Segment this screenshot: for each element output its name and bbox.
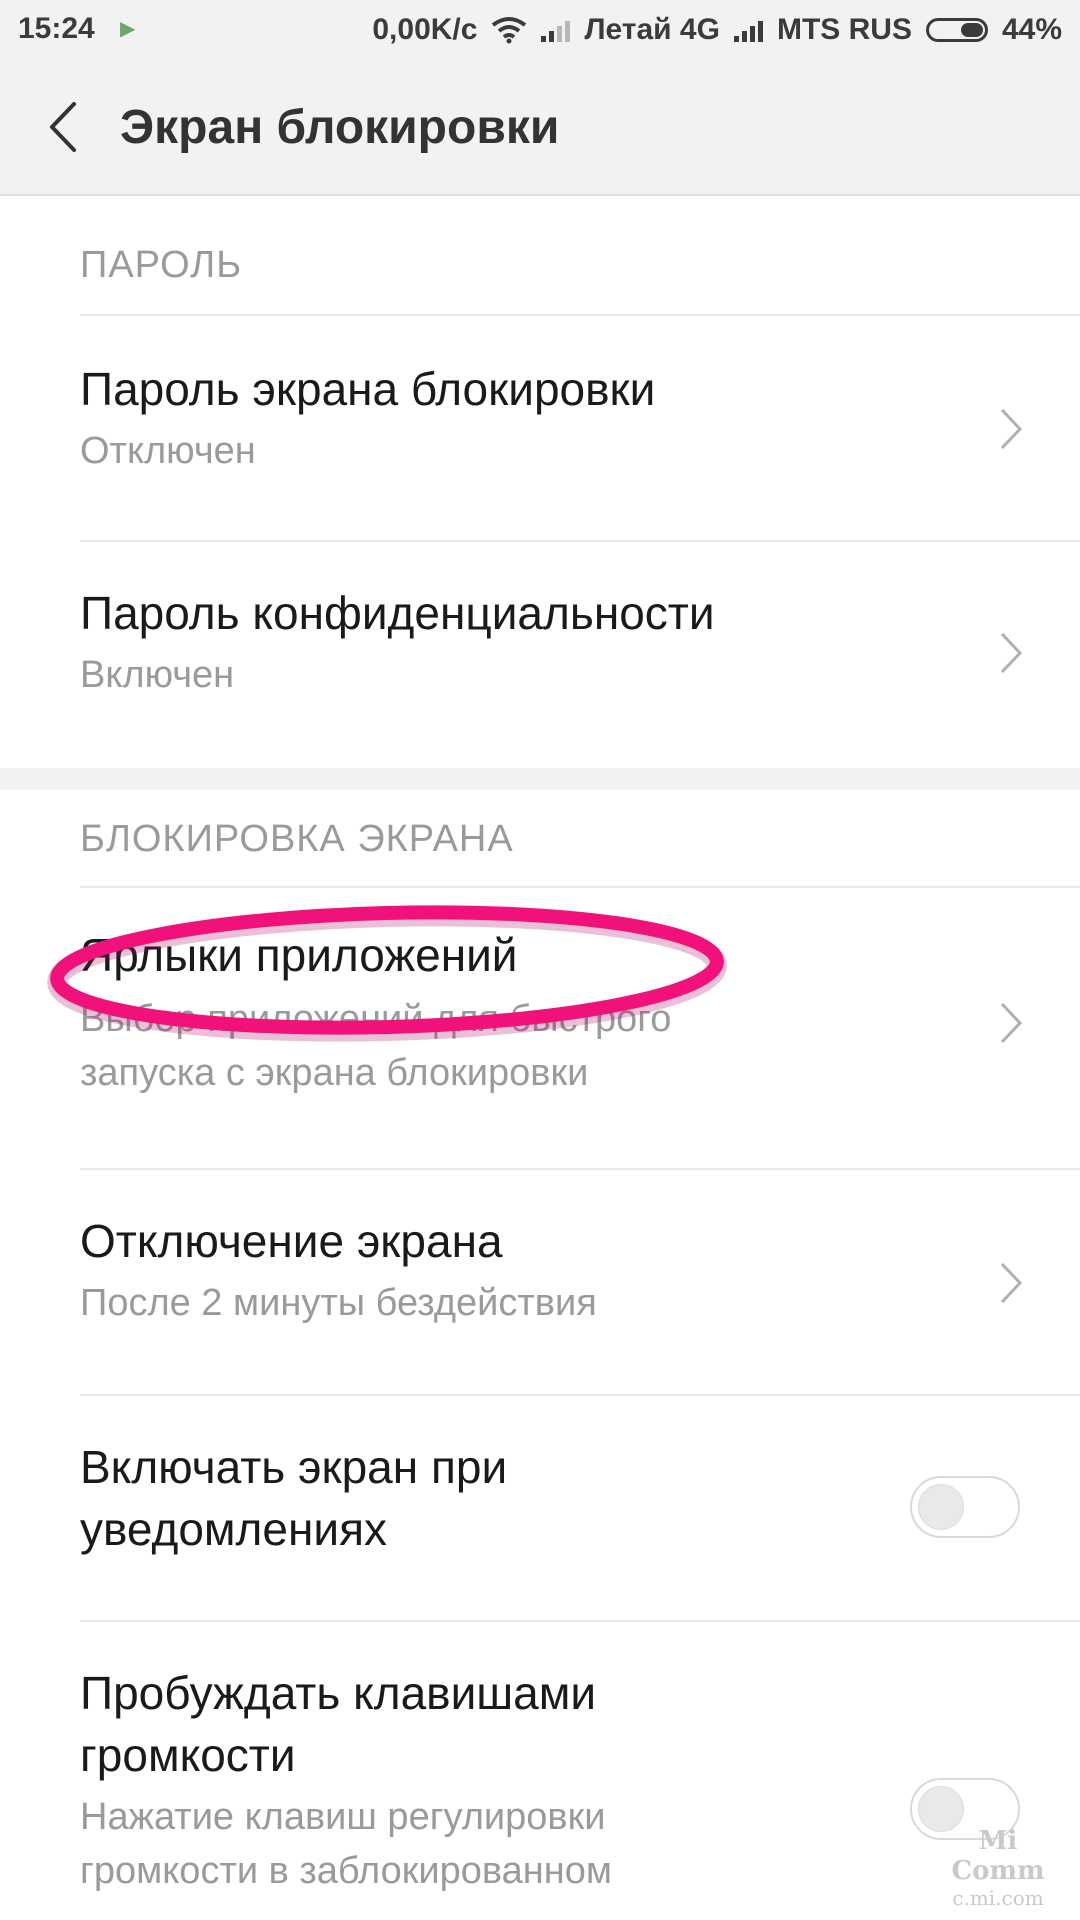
chevron-right-icon [1000,632,1023,674]
section-header-password: ПАРОЛЬ [80,244,243,286]
section-gap [0,768,1080,790]
item-subtitle-line1: Нажатие клавиш регулировки [80,1796,606,1838]
item-subtitle-line1: Выбор приложений для быстрого [80,998,672,1040]
signal-icon-sim1 [541,18,571,42]
watermark-line2: c.mi.com [952,1886,1044,1910]
chevron-right-icon [1000,1262,1023,1304]
wifi-icon [492,17,527,44]
network-speed: 0,00K/с [372,13,478,46]
wake-on-notification-toggle[interactable] [910,1476,1020,1538]
battery-fill [960,23,983,37]
section-screen-lock: БЛОКИРОВКА ЭКРАНА Ярлыки приложений Выбо… [0,790,1080,1920]
item-title: Ярлыки приложений [80,929,518,981]
item-subtitle: Отключен [80,430,256,472]
item-title-line1: Пробуждать клавишами [80,1667,597,1719]
carrier-2: MTS RUS [776,13,912,46]
watermark-logo: Mi Comm c.mi.com [928,1826,1068,1910]
chevron-right-icon [1000,408,1023,450]
app-shortcuts-item[interactable]: Ярлыки приложений Выбор приложений для б… [0,888,1080,1158]
item-title-line1: Включать экран при [80,1441,508,1493]
watermark-line1: Mi Comm [951,1826,1045,1886]
battery-percent: 44% [1001,13,1062,46]
item-subtitle: Включен [80,654,235,696]
status-time: 15:24 [18,12,95,45]
section-password: ПАРОЛЬ Пароль экрана блокировки Отключен… [0,214,1080,768]
back-arrow-icon[interactable] [40,92,90,162]
item-title-line2: уведомлениях [80,1503,387,1555]
page-title: Экран блокировки [120,101,560,154]
item-subtitle: После 2 минуты бездействия [80,1282,597,1324]
wake-with-volume-keys-item[interactable]: Пробуждать клавишами громкости Нажатие к… [0,1622,1080,1920]
item-title: Отключение экрана [80,1215,503,1267]
item-title: Пароль экрана блокировки [80,363,656,415]
signal-icon-sim2 [733,18,763,42]
battery-icon [925,18,988,42]
status-bar: 15:24 ▶ 0,00K/с Летай 4G MTS RUS 44% [0,0,1080,60]
status-right-group: 0,00K/с Летай 4G MTS RUS 44% [372,8,1062,52]
lock-screen-password-item[interactable]: Пароль экрана блокировки Отключен [0,316,1080,540]
wake-on-notification-item[interactable]: Включать экран при уведомлениях [0,1396,1080,1620]
section-header-screen-lock: БЛОКИРОВКА ЭКРАНА [80,818,514,860]
item-subtitle-line2: громкости в заблокированном [80,1850,612,1892]
chevron-right-icon [1000,1002,1023,1044]
carrier-1: Летай 4G [584,13,720,46]
item-subtitle-line2: запуска с экрана блокировки [80,1052,589,1094]
header-bar: Экран блокировки [0,60,1080,196]
toggle-knob [918,1484,964,1530]
play-store-notification-icon: ▶ [120,18,136,40]
item-title-line2: громкости [80,1729,296,1781]
screen-timeout-item[interactable]: Отключение экрана После 2 минуты бездейс… [0,1170,1080,1394]
privacy-password-item[interactable]: Пароль конфиденциальности Включен [0,542,1080,766]
item-title: Пароль конфиденциальности [80,587,715,639]
